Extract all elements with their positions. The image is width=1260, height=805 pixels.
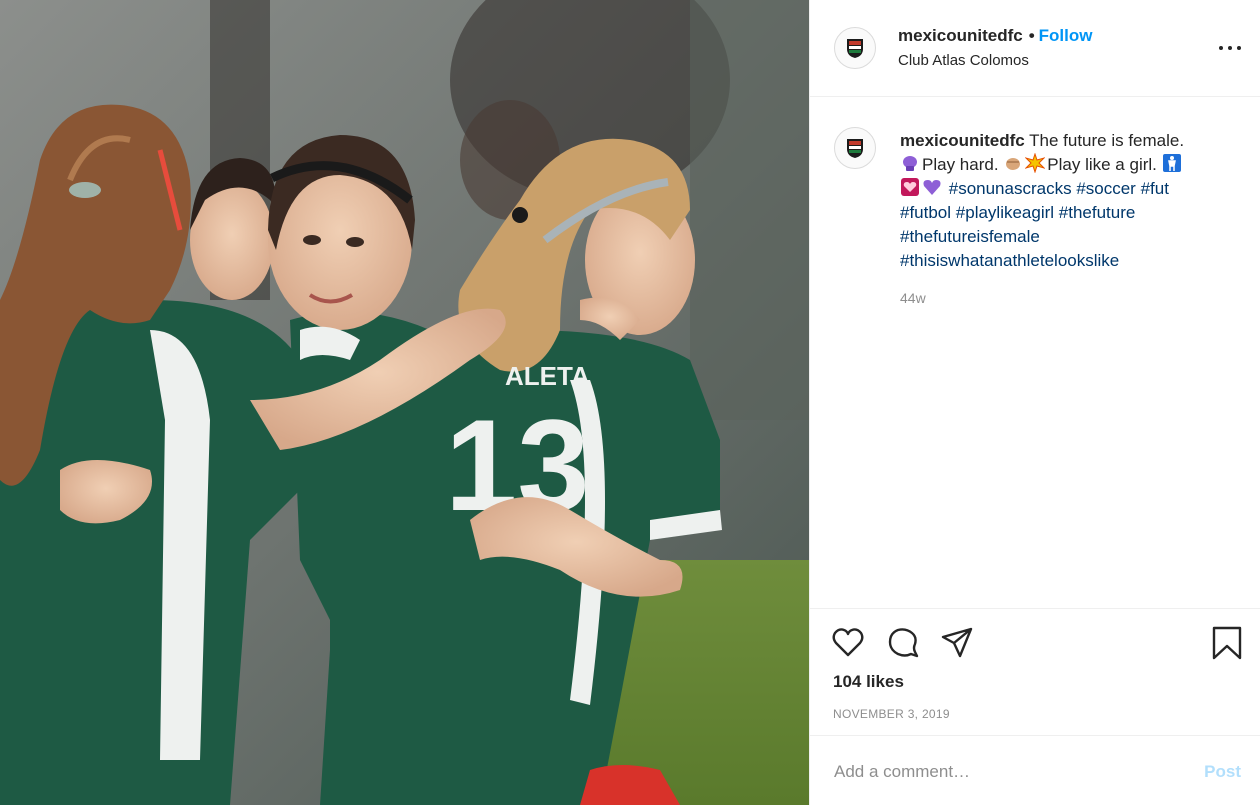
comment-icon[interactable] (886, 626, 920, 660)
hashtag-link[interactable]: #playlikeagirl (956, 203, 1054, 222)
instagram-post: ALETA 13 mexicounitedfc • Follow Club At… (0, 0, 1260, 805)
caption-play-like-a-girl: Play like a girl. (1047, 155, 1157, 174)
purple-heart-icon (923, 180, 941, 195)
collision-icon (1025, 153, 1046, 173)
fist-icon (1006, 158, 1021, 170)
boxing-glove-icon (903, 156, 917, 171)
jersey-name-text: ALETA (505, 361, 590, 391)
follow-button[interactable]: Follow (1039, 26, 1093, 45)
hashtag-link[interactable]: #fut (1141, 179, 1169, 198)
comment-input[interactable] (832, 758, 1176, 786)
crest-icon (847, 39, 863, 58)
avatar[interactable] (834, 27, 876, 69)
heart-decoration-icon (901, 178, 919, 196)
username-link[interactable]: mexicounitedfc (898, 26, 1023, 45)
caption-avatar[interactable] (834, 127, 876, 169)
more-icon-dot (1237, 46, 1241, 50)
more-icon-dot (1228, 46, 1232, 50)
caption-play-hard: Play hard. (922, 155, 999, 174)
caption-text: mexicounitedfc The future is female. Pla… (900, 129, 1230, 273)
hashtag-link[interactable]: #thefuture (1059, 203, 1136, 222)
post-actions: 104 likes NOVEMBER 3, 2019 (810, 608, 1260, 735)
caption-intro: The future is female. (1029, 131, 1185, 150)
hashtag-link[interactable]: #thefutureisfemale (900, 227, 1040, 246)
hashtag-link[interactable]: #thisiswhatanathletelookslike (900, 251, 1119, 270)
post-header: mexicounitedfc • Follow Club Atlas Colomos (810, 0, 1260, 97)
caption-username-link[interactable]: mexicounitedfc (900, 131, 1025, 150)
post-photo[interactable]: ALETA 13 (0, 0, 809, 805)
heart-icon[interactable] (831, 626, 865, 660)
comment-bar: Post (810, 735, 1260, 805)
more-options-button[interactable] (1219, 38, 1241, 58)
post-comment-button[interactable]: Post (1204, 762, 1241, 782)
bookmark-icon[interactable] (1210, 626, 1244, 660)
more-icon (1219, 46, 1223, 50)
share-icon[interactable] (940, 626, 974, 660)
caption-section: mexicounitedfc The future is female. Pla… (810, 97, 1260, 608)
likes-count[interactable]: 104 likes (833, 672, 904, 692)
hashtag-link[interactable]: #futbol (900, 203, 951, 222)
crest-icon (847, 139, 863, 158)
separator-dot: • (1028, 26, 1035, 45)
caption-time-ago[interactable]: 44w (900, 290, 926, 306)
womens-room-icon (1162, 154, 1181, 172)
post-sidebar: mexicounitedfc • Follow Club Atlas Colomos… (809, 0, 1260, 805)
hashtag-link[interactable]: #sonunascracks (949, 179, 1072, 198)
hashtag-link[interactable]: #soccer (1076, 179, 1136, 198)
post-date: NOVEMBER 3, 2019 (833, 707, 950, 721)
header-user-line: mexicounitedfc • Follow (898, 26, 1092, 46)
location-link[interactable]: Club Atlas Colomos (898, 52, 1029, 69)
